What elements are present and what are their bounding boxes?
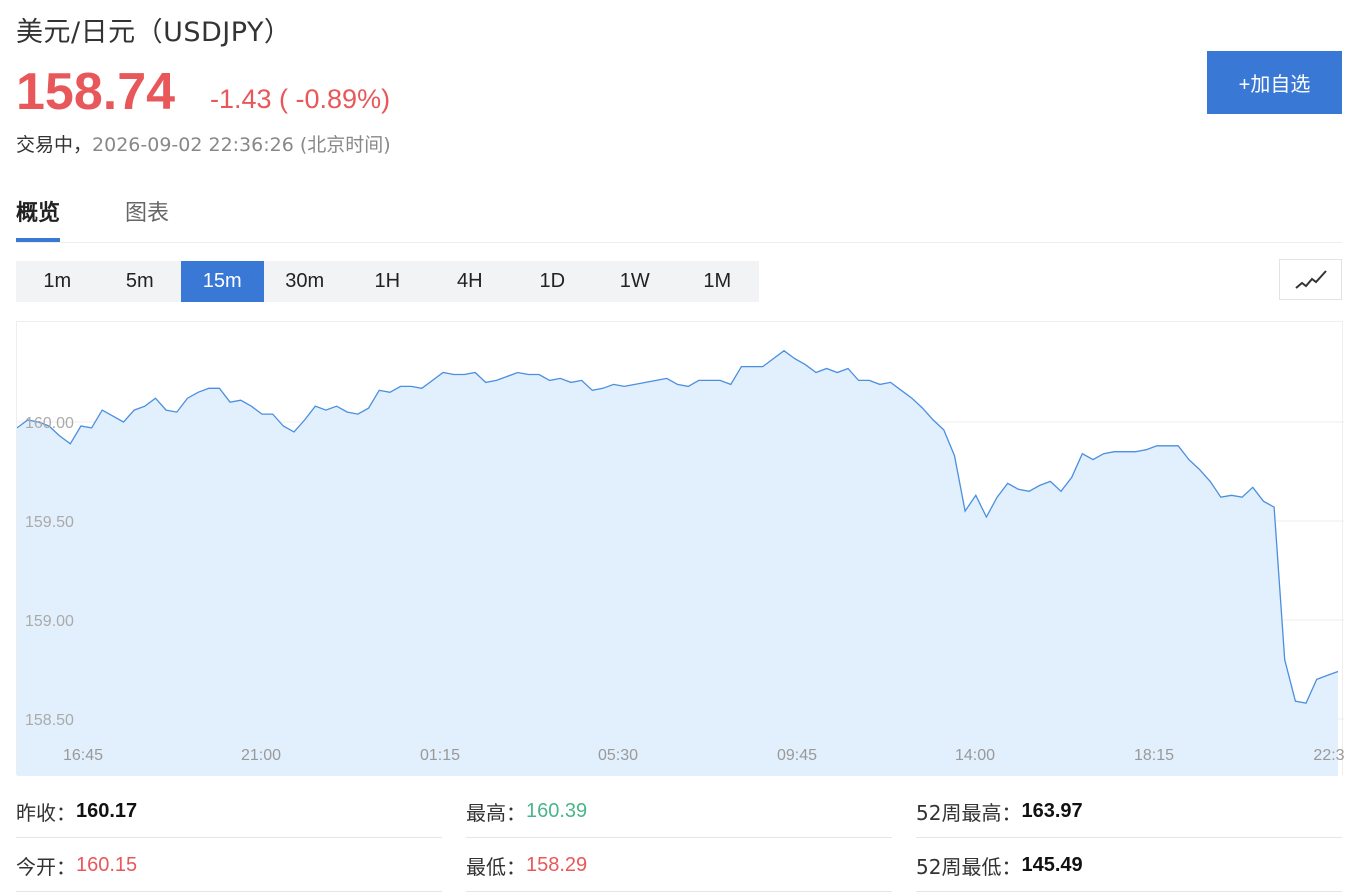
period-1w[interactable]: 1W (594, 261, 677, 302)
stat-label: 52周最低： (916, 855, 1022, 879)
stat-52w-low: 52周最低： 145.49 (916, 840, 1342, 892)
y-tick-label: 158.50 (25, 712, 74, 729)
stat-value: 158.29 (526, 854, 588, 876)
period-4h[interactable]: 4H (429, 261, 512, 302)
current-price: 158.74 (16, 63, 176, 121)
period-5m[interactable]: 5m (99, 261, 182, 302)
stat-label: 52周最高： (916, 801, 1022, 825)
period-30m[interactable]: 30m (264, 261, 347, 302)
trading-status: 交易中，2026-09-02 22:36:26 (北京时间) (16, 130, 391, 157)
tab-chart[interactable]: 图表 (125, 195, 169, 242)
y-tick-label: 159.50 (25, 514, 74, 531)
stat-label: 最低： (466, 855, 526, 879)
stat-label: 今开： (16, 855, 76, 879)
x-tick-label: 18:15 (1134, 747, 1174, 764)
stat-low: 最低： 158.29 (466, 840, 892, 892)
price-chart[interactable]: 160.00 159.50 159.00 158.50 16:45 21:00 01:15… (16, 321, 1345, 776)
chart-type-toggle[interactable] (1279, 259, 1342, 300)
x-tick-label: 14:00 (955, 747, 995, 764)
x-tick-label: 21:00 (241, 747, 281, 764)
period-1d[interactable]: 1D (511, 261, 594, 302)
x-tick-label: 22:3 (1313, 747, 1344, 764)
stat-52w-high: 52周最高： 163.97 (916, 786, 1342, 838)
stat-open: 今开： 160.15 (16, 840, 442, 892)
y-tick-label: 160.00 (25, 415, 74, 432)
x-tick-label: 09:45 (777, 747, 817, 764)
line-chart-icon (1294, 269, 1327, 289)
x-tick-label: 01:15 (420, 747, 460, 764)
page-title: 美元/日元（USDJPY） (16, 17, 292, 48)
stat-value: 160.17 (76, 800, 138, 822)
period-1mo[interactable]: 1M (676, 261, 759, 302)
period-selector: 1m 5m 15m 30m 1H 4H 1D 1W 1M (16, 261, 759, 302)
add-watchlist-button[interactable]: +加自选 (1207, 51, 1342, 114)
stat-prev-close: 昨收： 160.17 (16, 786, 442, 838)
x-tick-label: 16:45 (63, 747, 103, 764)
stat-value: 160.15 (76, 854, 138, 876)
period-1h[interactable]: 1H (346, 261, 429, 302)
timestamp: 2026-09-02 22:36:26 (北京时间) (92, 134, 391, 156)
status-label: 交易中， (16, 134, 93, 156)
x-tick-label: 05:30 (598, 747, 638, 764)
stat-value: 145.49 (1021, 854, 1083, 876)
stat-label: 昨收： (16, 801, 76, 825)
stat-value: 160.39 (526, 800, 588, 822)
stat-value: 163.97 (1021, 800, 1083, 822)
period-15m[interactable]: 15m (181, 261, 264, 302)
price-chart-svg: 160.00 159.50 159.00 158.50 16:45 21:00 01:15… (16, 349, 1345, 776)
tab-bar: 概览 图表 (16, 190, 1342, 243)
y-tick-label: 159.00 (25, 613, 74, 630)
price-change: -1.43 ( -0.89%) (210, 84, 391, 114)
period-1m[interactable]: 1m (16, 261, 99, 302)
stat-label: 最高： (466, 801, 526, 825)
stat-high: 最高： 160.39 (466, 786, 892, 838)
tab-overview[interactable]: 概览 (16, 195, 61, 242)
price-area (17, 350, 1338, 776)
